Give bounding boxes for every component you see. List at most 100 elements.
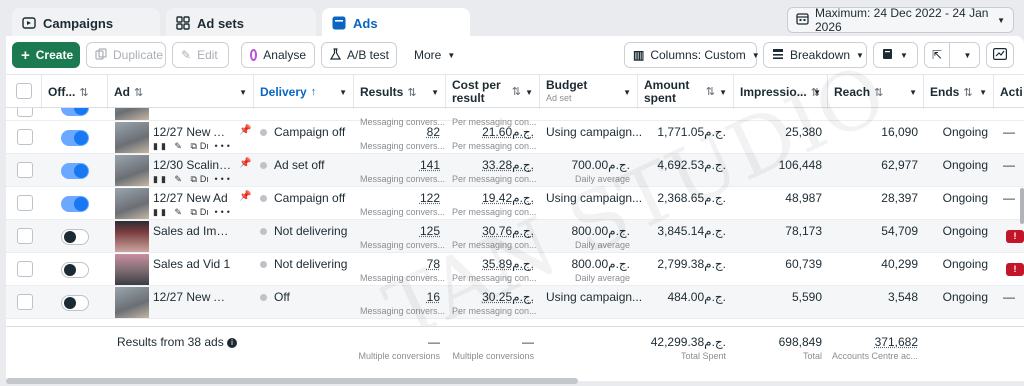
cost-per-result-header[interactable]: Cost per result ⇅ ▼ <box>446 75 540 109</box>
chart-icon[interactable]: ▮▮ <box>153 141 169 151</box>
row-checkbox[interactable] <box>17 129 33 145</box>
ad-name-link[interactable]: Sales ad Vid 1 <box>153 257 233 271</box>
delivery-status: Not delivering <box>260 224 347 238</box>
info-icon[interactable]: i <box>227 337 238 348</box>
export-button[interactable]: ⇱ ▼ <box>924 42 980 68</box>
impressions-header-label: Impressio... <box>740 85 807 99</box>
off-on-header-label: Off... <box>48 85 76 99</box>
breakdown-button[interactable]: Breakdown ▼ <box>763 42 867 68</box>
pencil-icon[interactable]: ✎ <box>174 174 185 184</box>
table-row[interactable]: 12/30 Scaling A... 📌 ▮▮ ✎ ⧉Dı ••• Ad set… <box>6 154 1024 187</box>
more-button[interactable]: More ▼ <box>405 42 461 68</box>
duplicate-icon[interactable]: ⧉ <box>190 207 199 217</box>
tab-ad-sets[interactable]: Ad sets <box>166 8 316 38</box>
charts-button[interactable] <box>986 42 1014 68</box>
date-range-picker[interactable]: Maximum: 24 Dec 2022 - 24 Jan 2026 ▼ <box>787 6 1014 34</box>
table-row[interactable]: 12/27 New Ad 3 Off 16 Messaging convers.… <box>6 286 1024 319</box>
alert-badge-icon[interactable]: ! <box>1006 263 1024 276</box>
row-toggle[interactable] <box>61 163 89 179</box>
row-checkbox[interactable] <box>17 261 33 277</box>
results-sublabel: Messaging convers... <box>360 273 446 283</box>
row-toggle[interactable] <box>61 229 89 245</box>
tab-campaigns[interactable]: Campaigns <box>12 8 160 38</box>
results-sublabel: Messaging convers... <box>360 207 446 217</box>
vertical-scrollbar[interactable] <box>1020 188 1024 224</box>
impressions-value: 60,739 <box>785 257 822 271</box>
row-toggle[interactable] <box>61 196 89 212</box>
ab-test-button[interactable]: A/B test <box>321 42 397 68</box>
ad-thumbnail <box>115 221 149 252</box>
pencil-icon[interactable]: ✎ <box>174 141 185 151</box>
row-toggle[interactable] <box>61 108 89 116</box>
pin-icon[interactable]: 📌 <box>239 191 251 202</box>
row-toggle[interactable] <box>61 295 89 311</box>
row-toggle[interactable] <box>61 130 89 146</box>
ad-name-link[interactable]: 12/30 Scaling A... <box>153 158 233 172</box>
pencil-icon[interactable]: ✎ <box>174 207 185 217</box>
budget-header-sublabel: Ad set <box>546 93 572 103</box>
columns-button[interactable]: ▥ Columns: Custom ▼ <box>624 42 760 68</box>
create-button[interactable]: + Create <box>12 42 80 68</box>
sort-icon: ⇅ <box>963 86 973 99</box>
duplicate-icon[interactable]: ⧉ <box>190 174 199 184</box>
ad-name-link[interactable]: 12/27 New Ad <box>153 191 233 205</box>
duplicate-icon[interactable]: ⧉ <box>190 141 199 151</box>
delivery-status: Campaign off <box>260 191 345 205</box>
toggle-knob <box>74 164 88 178</box>
cost-value: 19.42‏ج.م. <box>482 191 534 205</box>
ad-name-link[interactable]: 12/27 New Ad 3 <box>153 290 233 304</box>
table-row[interactable]: 12/27 New Ad 📌 ▮▮ ✎ ⧉Dı ••• Campaign off… <box>6 187 1024 220</box>
ends-value: Ongoing <box>942 158 988 172</box>
chart-icon[interactable]: ▮▮ <box>153 207 169 217</box>
ends-header[interactable]: Ends ⇅ ▼ <box>924 75 994 109</box>
row-checkbox[interactable] <box>17 108 33 117</box>
reports-button[interactable]: ▼ <box>873 42 918 68</box>
actions-header[interactable]: Acti <box>994 75 1024 109</box>
more-icon[interactable]: ••• <box>214 141 232 151</box>
sort-icon: ⇅ <box>705 85 715 98</box>
cost-sublabel: Per messaging con... <box>452 141 537 151</box>
analyse-button[interactable]: Analyse <box>241 42 315 68</box>
results-sublabel: Messaging convers... <box>360 141 446 151</box>
footer-summary: Results from 38 ads i <box>117 335 238 349</box>
pin-icon[interactable]: 📌 <box>239 158 251 169</box>
impressions-header[interactable]: Impressio... ⇅ ▼ <box>734 75 828 109</box>
pin-icon[interactable]: 📌 <box>239 125 251 136</box>
duplicate-button[interactable]: Duplicate <box>86 42 166 68</box>
delivery-header[interactable]: Delivery ↑ ▼ <box>254 75 354 109</box>
row-checkbox[interactable] <box>17 162 33 178</box>
more-icon[interactable]: ••• <box>214 174 232 184</box>
footer-results: — <box>428 335 440 349</box>
row-checkbox[interactable] <box>17 294 33 310</box>
table-body: Messaging convers... Per messaging con..… <box>6 108 1024 326</box>
alert-badge-icon[interactable]: ! <box>1006 230 1024 243</box>
chevron-down-icon: ▼ <box>856 50 864 60</box>
select-all-checkbox[interactable] <box>16 83 32 99</box>
reach-header[interactable]: Reach ⇅ ▼ <box>828 75 924 109</box>
row-checkbox[interactable] <box>17 195 33 211</box>
off-on-header[interactable]: Off... ⇅ <box>42 75 108 109</box>
row-checkbox[interactable] <box>17 228 33 244</box>
tab-ads[interactable]: Ads <box>322 8 470 38</box>
delivery-label: Off <box>274 290 290 304</box>
results-header[interactable]: Results ⇅ ▼ <box>354 75 446 109</box>
ad-name-link[interactable]: Sales ad Image 1 <box>153 224 233 238</box>
ad-header[interactable]: Ad ⇅ ▼ <box>108 75 254 109</box>
table-row[interactable]: Messaging convers... Per messaging con..… <box>6 108 1024 127</box>
amount-spent-header[interactable]: Amount spent ⇅ ▼ <box>638 75 734 109</box>
status-dot <box>260 195 267 202</box>
chart-icon[interactable]: ▮▮ <box>153 174 169 184</box>
sort-icon: ⇅ <box>134 86 144 99</box>
table-row[interactable]: 12/27 New Ad 2 📌 ▮▮ ✎ ⧉Dı ••• Campaign o… <box>6 121 1024 154</box>
ad-name-link[interactable]: 12/27 New Ad 2 <box>153 125 233 139</box>
amount-spent-value: 484.00‏ج.م. <box>667 290 726 304</box>
table-row[interactable]: Sales ad Vid 1 Not delivering 78 Messagi… <box>6 253 1024 286</box>
horizontal-scrollbar[interactable] <box>6 378 578 384</box>
budget-header[interactable]: Budget Ad set ▼ <box>540 75 638 109</box>
reach-value: 54,709 <box>881 224 918 238</box>
edit-button[interactable]: ✎ Edit <box>172 42 229 68</box>
create-label: Create <box>35 48 74 62</box>
table-row[interactable]: Sales ad Image 1 Not delivering 125 Mess… <box>6 220 1024 253</box>
more-icon[interactable]: ••• <box>214 207 232 217</box>
row-toggle[interactable] <box>61 262 89 278</box>
